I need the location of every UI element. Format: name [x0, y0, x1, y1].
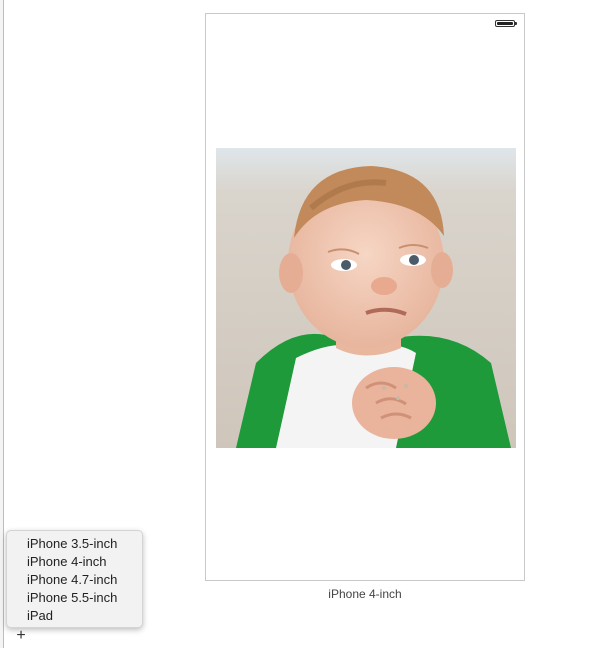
menu-item-iphone-3-5-inch[interactable]: iPhone 3.5-inch: [7, 535, 142, 553]
device-size-label: iPhone 4-inch: [328, 587, 402, 601]
preview-image: [216, 148, 516, 448]
battery-icon: [495, 20, 517, 27]
menu-item-iphone-5-5-inch[interactable]: iPhone 5.5-inch: [7, 589, 142, 607]
device-preview: [205, 13, 525, 581]
menu-item-iphone-4-inch[interactable]: iPhone 4-inch: [7, 553, 142, 571]
menu-item-iphone-4-7-inch[interactable]: iPhone 4.7-inch: [7, 571, 142, 589]
menu-item-ipad[interactable]: iPad: [7, 607, 142, 625]
left-panel-edge: [0, 0, 4, 648]
device-size-menu: iPhone 3.5-inch iPhone 4-inch iPhone 4.7…: [6, 530, 143, 628]
plus-icon[interactable]: +: [14, 628, 28, 644]
